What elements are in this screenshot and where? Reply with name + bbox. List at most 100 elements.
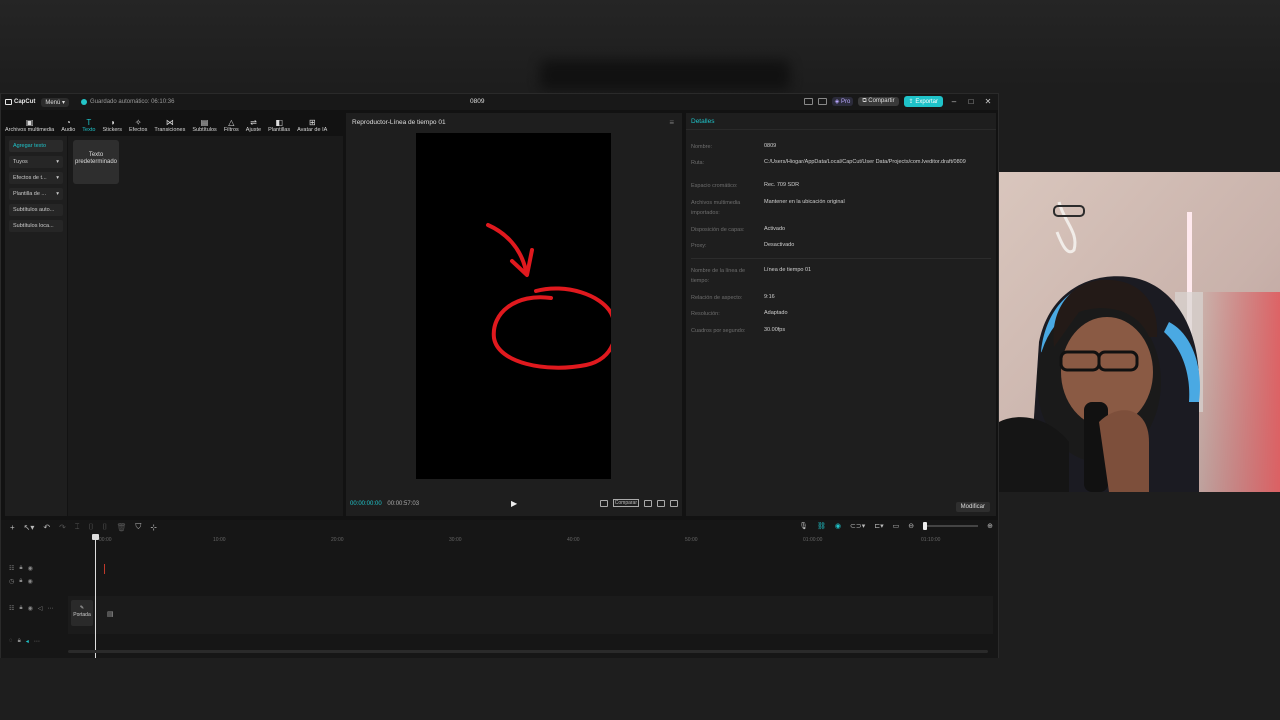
nav-local-captions[interactable]: Subtítulos loca... (9, 220, 63, 232)
tool-templates[interactable]: ◧ Plantillas (268, 118, 290, 133)
audio-icon[interactable]: ◂ (26, 638, 29, 645)
nav-auto-captions[interactable]: Subtítulos auto... (9, 204, 63, 216)
detail-row-name: Nombre: 0809 (691, 142, 991, 152)
transitions-icon: ⋈ (165, 118, 174, 127)
tool-ai-avatar[interactable]: ⊞ Avatar de IA (297, 118, 327, 133)
split-icon[interactable]: ⌶ (75, 522, 80, 532)
default-text-card[interactable]: Texto predeterminado (73, 140, 119, 184)
split-left-icon[interactable]: ⌷ (89, 522, 94, 532)
eye-icon[interactable]: ◉ (28, 565, 33, 572)
video-canvas[interactable] (416, 133, 611, 479)
share-label: Compartir (868, 98, 895, 104)
preview-axis-icon[interactable]: ⊏▾ (874, 522, 883, 530)
tool-label: Avatar de IA (297, 127, 328, 133)
edit-icon: ✎ (79, 605, 85, 611)
effects-icon: ✧ (134, 118, 142, 127)
cover-button[interactable]: ✎ Portada (71, 600, 93, 626)
clip-marker[interactable] (104, 564, 105, 574)
zoom-out-icon[interactable]: ⊖ (908, 522, 914, 530)
menu-button[interactable]: Menú ▾ (41, 97, 70, 107)
total-time: 00:00:57:03 (387, 501, 420, 507)
microphone-icon[interactable]: 🎙 (799, 522, 808, 530)
pro-button[interactable]: ◈ Pro (831, 97, 854, 106)
lock-icon[interactable]: 🔒︎ (19, 605, 22, 612)
link-icon[interactable]: ⛓ (817, 522, 826, 530)
layout-icon[interactable] (803, 98, 813, 105)
audio-icon: ◔ (65, 118, 71, 127)
tool-media[interactable]: ▣ Archivos multimedia (5, 118, 54, 133)
detail-row-layers: Disposición de capas: Activado (691, 225, 991, 235)
play-button[interactable]: ▶ (511, 499, 517, 508)
playhead[interactable] (95, 536, 96, 658)
timeline-right-tools: 🎙 ⛓ ◉ ⊂⊃▾ ⊏▾ ▭ ⊖ ⊕ (799, 522, 993, 530)
detail-row-resolution: Resolución: Adaptado (691, 309, 991, 319)
more-icon[interactable]: ⋯ (34, 638, 40, 645)
eye-icon[interactable]: ◉ (27, 578, 32, 585)
crop-tool-icon[interactable]: ⊹ (150, 523, 157, 532)
nav-text-templates[interactable]: Plantilla de ... ▾ (9, 188, 63, 200)
modify-button[interactable]: Modificar (955, 502, 990, 512)
ruler-mark: 20:00 (331, 537, 344, 543)
more-icon[interactable]: ⋯ (47, 605, 53, 612)
nav-yours[interactable]: Tuyos ▾ (9, 156, 63, 168)
snap-icon[interactable]: ⊂⊃▾ (850, 522, 865, 530)
tool-captions[interactable]: ▤ Subtítulos (192, 118, 216, 133)
nav-label: Subtítulos loca... (13, 223, 54, 229)
fullscreen-icon[interactable] (670, 499, 678, 507)
compare-button[interactable]: Comparar (612, 499, 639, 507)
export-button[interactable]: ⇪ Exportar (903, 96, 943, 107)
magnet-icon[interactable]: ◉ (835, 522, 841, 530)
redo-icon[interactable]: ↷ (59, 523, 66, 532)
lock-icon[interactable]: 🔒︎ (18, 638, 21, 645)
detail-value: Adaptado (764, 310, 788, 316)
track-controls-main: ☷ 🔒︎ ◉ ◁ ⋯ (9, 605, 53, 612)
tool-filters[interactable]: △ Filtros (224, 118, 239, 133)
detail-row-path: Ruta: C:/Users/Hiogar/AppData/Local/CapCu… (691, 158, 991, 168)
autosave-status: Guardado automático: 06:10:36 (81, 99, 174, 105)
tool-label: Stickers (102, 127, 123, 133)
lock-icon[interactable]: 🔒︎ (19, 565, 22, 572)
delete-icon[interactable]: 🗑 (116, 523, 126, 532)
film-icon: ▤ (107, 611, 114, 618)
split-right-icon[interactable]: ⌷ (102, 522, 107, 532)
tool-adjust[interactable]: ⇌ Ajuste (246, 118, 261, 133)
zoom-slider[interactable] (923, 522, 979, 530)
quality-icon[interactable] (599, 499, 608, 507)
nav-add-text[interactable]: Agregar texto (9, 140, 63, 152)
select-tool-icon[interactable]: ↖▾ (24, 523, 35, 532)
cover-label: Portada (73, 612, 91, 618)
audio-mute-icon[interactable]: ◁ (38, 605, 43, 612)
crop-icon[interactable] (644, 499, 652, 507)
track-controls-text: ☷ 🔒︎ ◉ (9, 565, 33, 572)
lock-icon[interactable]: 🔒︎ (19, 578, 22, 585)
timeline-scrollbar[interactable] (68, 650, 988, 653)
tool-audio[interactable]: ◔ Audio (61, 118, 75, 133)
marker-icon[interactable]: ⛉ (135, 522, 141, 532)
red-annotation-drawing (486, 223, 611, 370)
close-icon[interactable]: ✕ (982, 97, 994, 106)
ratio-icon[interactable] (657, 499, 665, 507)
maximize-icon[interactable]: □ (965, 97, 977, 106)
main-track[interactable] (68, 596, 993, 634)
time-ruler[interactable]: 00:00 10:00 20:00 30:00 40:00 50:00 01:0… (95, 536, 995, 546)
chevron-down-icon: ▾ (56, 175, 59, 181)
zoom-in-icon[interactable]: ⊕ (987, 522, 993, 530)
player-menu-icon[interactable]: ≡ (669, 118, 674, 127)
player-title: Reproductor-Línea de tiempo 01 (352, 119, 446, 126)
tool-transitions[interactable]: ⋈ Transiciones (154, 118, 185, 133)
share-button[interactable]: ⧉ Compartir (858, 97, 899, 106)
eye-icon[interactable]: ◉ (28, 605, 33, 612)
shortcut-icon[interactable] (817, 98, 827, 105)
minimize-icon[interactable]: – (948, 97, 960, 106)
tool-effects[interactable]: ✧ Efectos (129, 118, 147, 133)
detail-row-timeline-name: Nombre de la línea de tiempo: Línea de ti… (691, 266, 991, 286)
titlebar-actions: ◈ Pro ⧉ Compartir ⇪ Exportar – □ ✕ (803, 96, 994, 107)
tool-text[interactable]: T Texto (82, 118, 95, 133)
nav-text-effects[interactable]: Efectos de t... ▾ (9, 172, 63, 184)
caption-icon[interactable]: ▭ (893, 522, 900, 530)
zoom-slider-handle[interactable] (923, 522, 928, 530)
ruler-mark: 00:00 (99, 537, 112, 543)
undo-icon[interactable]: ↶ (43, 523, 50, 532)
add-track-icon[interactable]: + (10, 523, 15, 532)
tool-stickers[interactable]: ◑ Stickers (102, 118, 122, 133)
